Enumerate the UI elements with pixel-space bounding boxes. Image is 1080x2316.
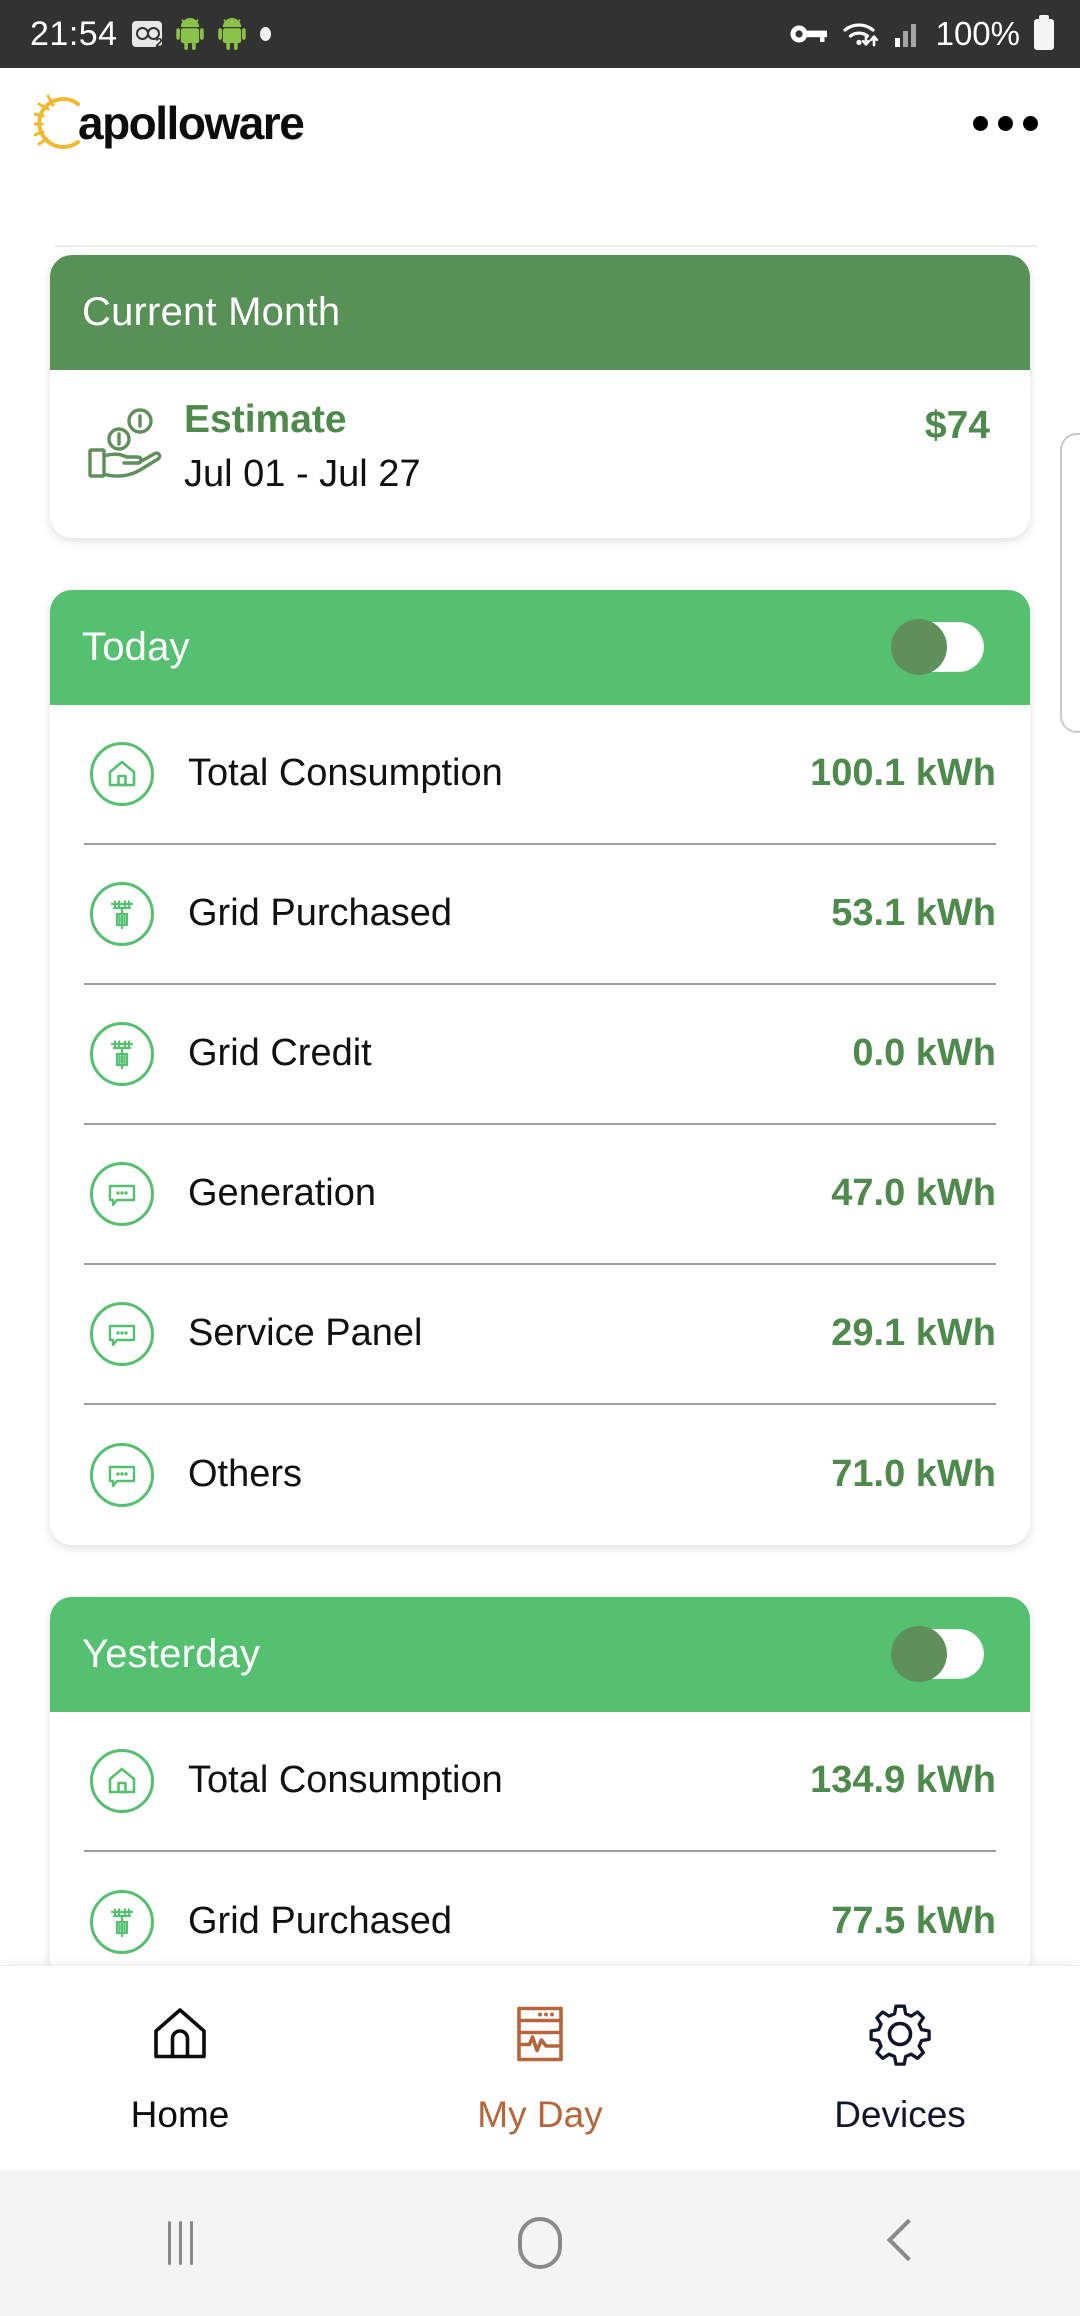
bottom-navigation: Home My Day Devices (0, 1965, 1080, 2170)
voicemail-icon: 2 (131, 21, 163, 50)
current-month-card: Current Month Estimate Jul 01 - Jul 27 $… (50, 255, 1030, 538)
table-row[interactable]: Grid Credit 0.0 kWh (84, 985, 996, 1125)
recent-apps-button[interactable] (0, 2221, 360, 2265)
battery-icon (1034, 14, 1054, 50)
toggle-knob (891, 1626, 947, 1683)
row-label: Others (188, 1453, 303, 1496)
row-label: Total Consumption (188, 752, 503, 795)
today-rows: Total Consumption 100.1 kWh Grid Purchas… (50, 705, 1030, 1545)
estimate-amount: $74 (924, 404, 990, 447)
status-clock: 21:54 (30, 14, 118, 53)
speech-bubble-icon (84, 1301, 160, 1366)
nav-item-devices[interactable]: Devices (720, 1966, 1080, 2170)
table-row[interactable]: Grid Purchased 77.5 kWh (84, 1852, 996, 1965)
row-value: 53.1 kWh (831, 892, 996, 935)
nav-item-home[interactable]: Home (0, 1966, 360, 2170)
yesterday-header: Yesterday (50, 1596, 1030, 1712)
battery-percent-label: 100% (935, 15, 1020, 52)
gear-icon (867, 2001, 933, 2072)
home-icon (84, 1748, 160, 1813)
table-row[interactable]: Grid Purchased 53.1 kWh (84, 845, 996, 985)
nav-item-my-day[interactable]: My Day (360, 1966, 720, 2170)
back-chevron-icon (887, 2221, 913, 2265)
today-title: Today (82, 624, 190, 669)
edge-panel-handle[interactable] (1060, 433, 1080, 733)
overflow-dot-icon (1023, 115, 1038, 131)
utility-pole-icon (84, 881, 160, 946)
home-icon (84, 741, 160, 806)
app-logo-text: apolloware (78, 97, 305, 149)
home-icon (147, 2001, 213, 2072)
app-header: apolloware (0, 68, 1080, 178)
wifi-icon (842, 19, 880, 49)
yesterday-rows: Total Consumption 134.9 kWh Grid Purchas… (50, 1712, 1030, 1965)
nav-label: Home (130, 2093, 230, 2135)
overflow-dot-icon (973, 115, 988, 131)
table-row[interactable]: Total Consumption 100.1 kWh (84, 705, 996, 845)
app-logo: apolloware (34, 92, 305, 154)
row-value: 77.5 kWh (831, 1900, 996, 1943)
scroll-content[interactable]: Current Month Estimate Jul 01 - Jul 27 $… (0, 255, 1080, 1965)
row-value: 100.1 kWh (810, 752, 996, 795)
row-value: 47.0 kWh (831, 1172, 996, 1215)
header-divider (55, 245, 1038, 247)
back-button[interactable] (720, 2221, 1080, 2265)
row-label: Generation (188, 1172, 377, 1215)
table-row[interactable]: Generation 47.0 kWh (84, 1125, 996, 1265)
utility-pole-icon (84, 1889, 160, 1954)
android-robot-icon (175, 18, 204, 50)
nav-label: My Day (477, 2093, 603, 2135)
speech-bubble-icon (84, 1442, 160, 1507)
status-bar-left: 21:54 2 (30, 15, 271, 54)
android-status-bar: 21:54 2 100% (0, 0, 1080, 68)
recent-apps-icon (167, 2221, 193, 2265)
estimate-label: Estimate (184, 398, 347, 441)
home-button[interactable] (360, 2217, 720, 2269)
estimate-text-block: Estimate Jul 01 - Jul 27 (178, 398, 925, 496)
utility-pole-icon (84, 1021, 160, 1086)
monitor-chart-icon (507, 2001, 573, 2072)
row-value: 134.9 kWh (810, 1759, 996, 1802)
current-month-title: Current Month (82, 290, 341, 334)
dot-icon (259, 27, 271, 41)
row-label: Grid Credit (188, 1032, 372, 1075)
android-robot-icon (217, 18, 246, 50)
hand-coins-icon (86, 400, 178, 487)
home-circle-icon (518, 2217, 562, 2269)
yesterday-card: Yesterday Total Consumption 134.9 kWh Gr… (50, 1596, 1030, 1965)
row-value: 71.0 kWh (831, 1453, 996, 1496)
voicemail-badge: 2 (155, 35, 163, 50)
row-value: 29.1 kWh (831, 1312, 996, 1355)
row-label: Total Consumption (188, 1759, 503, 1802)
yesterday-title: Yesterday (82, 1631, 261, 1676)
row-label: Grid Purchased (188, 892, 453, 935)
table-row[interactable]: Service Panel 29.1 kWh (84, 1265, 996, 1405)
android-navigation-bar (0, 2170, 1080, 2316)
overflow-dot-icon (998, 115, 1013, 131)
row-label: Service Panel (188, 1312, 423, 1355)
today-card: Today Total Consumption 100.1 kWh Grid P… (50, 589, 1030, 1545)
status-bar-right: 100% (790, 14, 1054, 53)
yesterday-toggle[interactable] (891, 1626, 984, 1683)
speech-bubble-icon (84, 1161, 160, 1226)
toggle-knob (891, 619, 947, 676)
current-month-header: Current Month (50, 255, 1030, 370)
vpn-key-icon (790, 22, 828, 46)
estimate-date-range: Jul 01 - Jul 27 (184, 452, 421, 495)
overflow-menu-button[interactable] (969, 104, 1042, 143)
today-toggle[interactable] (891, 619, 984, 676)
row-label: Grid Purchased (188, 1900, 453, 1943)
estimate-row[interactable]: Estimate Jul 01 - Jul 27 $74 (50, 370, 1030, 538)
today-header: Today (50, 589, 1030, 705)
nav-label: Devices (834, 2093, 966, 2135)
cellular-signal-icon (894, 20, 922, 48)
table-row[interactable]: Others 71.0 kWh (84, 1405, 996, 1545)
row-value: 0.0 kWh (852, 1032, 996, 1075)
table-row[interactable]: Total Consumption 134.9 kWh (84, 1712, 996, 1852)
